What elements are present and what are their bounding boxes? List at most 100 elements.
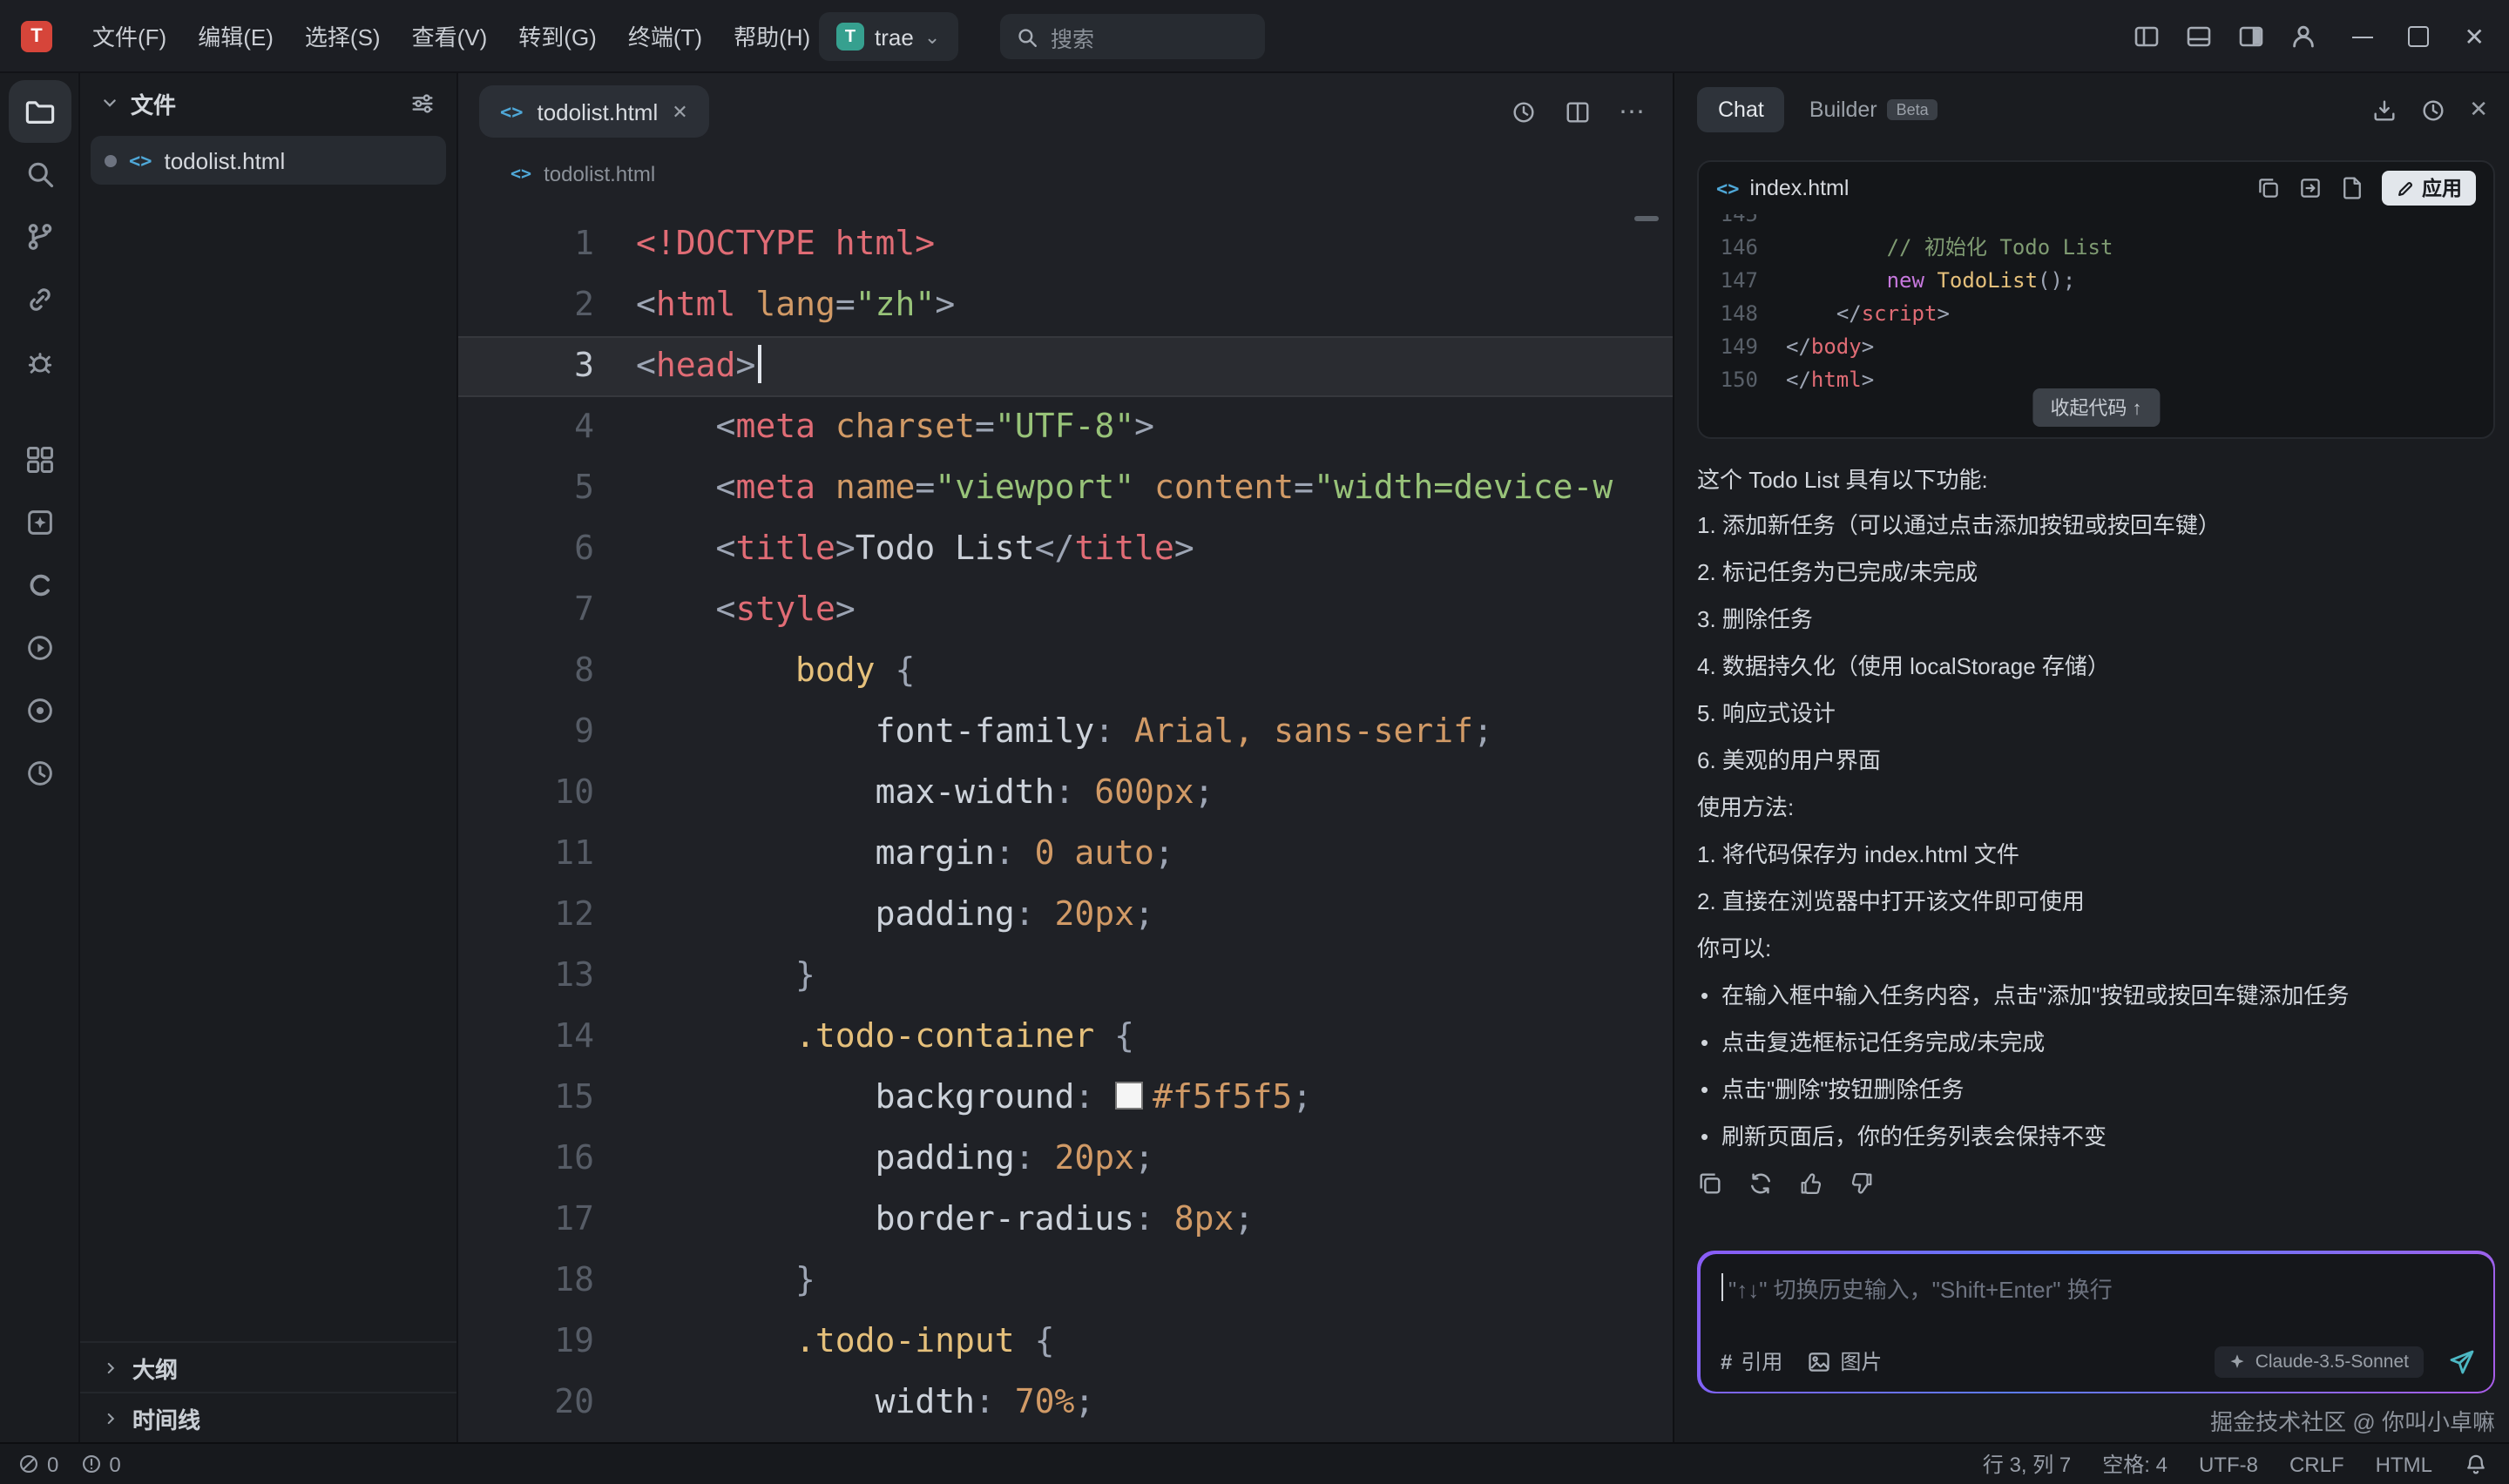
send-icon[interactable] xyxy=(2447,1347,2475,1375)
thumbs-down-icon[interactable] xyxy=(1849,1170,1875,1197)
code-line-2[interactable]: 2<html lang="zh"> xyxy=(458,275,1673,336)
cando-item: 点击复选框标记任务完成/未完成 xyxy=(1697,1019,2492,1066)
code-line-6[interactable]: 6 <title>Todo List</title> xyxy=(458,519,1673,580)
toggle-left-panel-icon[interactable] xyxy=(2134,23,2161,51)
tab-builder[interactable]: Builder Beta xyxy=(1809,98,1938,122)
indentation[interactable]: 空格: 4 xyxy=(2102,1449,2167,1479)
minimap-thumb[interactable] xyxy=(1634,216,1659,221)
tab-chat[interactable]: Chat xyxy=(1697,87,1785,132)
eol-sequence[interactable]: CRLF xyxy=(2289,1452,2344,1476)
code-line-3[interactable]: 3<head> xyxy=(458,336,1673,397)
menu-terminal[interactable]: 终端(T) xyxy=(612,10,718,61)
more-actions-icon[interactable]: ⋯ xyxy=(1619,96,1645,127)
code-line-1[interactable]: 1<!DOCTYPE html> xyxy=(458,214,1673,275)
code-line-145[interactable]: 145 xyxy=(1699,214,2493,232)
remote-link-icon[interactable] xyxy=(8,268,71,331)
account-icon[interactable] xyxy=(2290,23,2318,51)
language-mode[interactable]: HTML xyxy=(2376,1452,2432,1476)
breadcrumb[interactable]: <> todolist.html xyxy=(458,150,1673,199)
errors-stat[interactable]: 0 xyxy=(17,1452,58,1476)
ai-plugin-icon[interactable] xyxy=(8,491,71,554)
model-selector[interactable]: Claude-3.5-Sonnet xyxy=(2215,1346,2423,1377)
run-circle-icon[interactable] xyxy=(8,617,71,679)
menu-file[interactable]: 文件(F) xyxy=(77,10,182,61)
toggle-right-panel-icon[interactable] xyxy=(2238,23,2266,51)
code-line-9[interactable]: 9 font-family: Arial, sans-serif; xyxy=(458,702,1673,763)
workspace-switcher[interactable]: T trae ⌄ xyxy=(819,12,957,61)
chat-input[interactable]: "↑↓" 切换历史输入，"Shift+Enter" 换行 # 引用 图片 Cla… xyxy=(1700,1253,2492,1391)
code-line-146[interactable]: 146 // 初始化 Todo List xyxy=(1699,232,2493,265)
export-chat-icon[interactable] xyxy=(2371,97,2397,123)
maximize-button[interactable] xyxy=(2409,26,2430,47)
timeline-section[interactable]: 时间线 xyxy=(80,1392,456,1442)
code-line-149[interactable]: 149</body> xyxy=(1699,331,2493,364)
code-line-17[interactable]: 17 border-radius: 8px; xyxy=(458,1190,1673,1251)
explorer-icon[interactable] xyxy=(8,80,71,143)
history-icon[interactable] xyxy=(8,742,71,805)
code-line-7[interactable]: 7 <style> xyxy=(458,580,1673,641)
global-search-input[interactable]: 搜索 xyxy=(1000,14,1265,59)
close-tab-icon[interactable]: ✕ xyxy=(672,100,687,123)
code-line-11[interactable]: 11 margin: 0 auto; xyxy=(458,824,1673,885)
c-extension-icon[interactable] xyxy=(8,554,71,617)
chat-history-icon[interactable] xyxy=(2420,97,2446,123)
filter-icon[interactable] xyxy=(409,90,436,116)
problems-summary[interactable]: 0 0 xyxy=(0,1452,121,1476)
image-button[interactable]: 图片 xyxy=(1807,1346,1882,1376)
code-line-8[interactable]: 8 body { xyxy=(458,641,1673,702)
menu-edit[interactable]: 编辑(E) xyxy=(182,10,289,61)
notifications-bell-icon[interactable] xyxy=(2464,1452,2488,1476)
record-circle-icon[interactable] xyxy=(8,679,71,742)
code-line-12[interactable]: 12 padding: 20px; xyxy=(458,885,1673,946)
line-number: 145 xyxy=(1699,214,1758,232)
collapse-code-button[interactable]: 收起代码 ↑ xyxy=(2032,388,2159,427)
code-line-19[interactable]: 19 .todo-input { xyxy=(458,1312,1673,1373)
minimize-button[interactable] xyxy=(2353,36,2374,37)
close-window-button[interactable]: ✕ xyxy=(2465,24,2485,49)
code-line-5[interactable]: 5 <meta name="viewport" content="width=d… xyxy=(458,458,1673,519)
code-line-20[interactable]: 20 width: 70%; xyxy=(458,1373,1673,1433)
cursor-position[interactable]: 行 3, 列 7 xyxy=(1983,1449,2071,1479)
toggle-bottom-panel-icon[interactable] xyxy=(2186,23,2214,51)
code-line-4[interactable]: 4 <meta charset="UTF-8"> xyxy=(458,397,1673,458)
source-control-icon[interactable] xyxy=(8,206,71,268)
warnings-stat[interactable]: 0 xyxy=(79,1452,120,1476)
code-line-13[interactable]: 13 } xyxy=(458,946,1673,1007)
menu-help[interactable]: 帮助(H) xyxy=(718,10,826,61)
html-file-icon: <> xyxy=(129,149,152,172)
timeline-history-icon[interactable] xyxy=(1511,98,1537,125)
apply-code-button[interactable]: 应用 xyxy=(2382,171,2476,206)
extensions-icon[interactable] xyxy=(8,428,71,491)
code-line-148[interactable]: 148 </script> xyxy=(1699,298,2493,331)
menu-selection[interactable]: 选择(S) xyxy=(289,10,396,61)
regenerate-icon[interactable] xyxy=(1748,1170,1774,1197)
sidebar-bottom-sections: 大纲 时间线 xyxy=(80,1341,456,1442)
menu-view[interactable]: 查看(V) xyxy=(396,10,504,61)
create-file-icon[interactable] xyxy=(2340,176,2364,200)
reference-button[interactable]: # 引用 xyxy=(1721,1346,1782,1376)
copy-icon[interactable] xyxy=(2256,176,2281,200)
code-line-10[interactable]: 10 max-width: 600px; xyxy=(458,763,1673,824)
color-swatch[interactable] xyxy=(1114,1082,1142,1110)
code-line-15[interactable]: 15 background: #f5f5f5; xyxy=(458,1068,1673,1129)
code-line-16[interactable]: 16 padding: 20px; xyxy=(458,1129,1673,1190)
thumbs-up-icon[interactable] xyxy=(1798,1170,1824,1197)
encoding[interactable]: UTF-8 xyxy=(2199,1452,2258,1476)
code-line-14[interactable]: 14 .todo-container { xyxy=(458,1007,1673,1068)
code-line-147[interactable]: 147 new TodoList(); xyxy=(1699,265,2493,298)
menu-goto[interactable]: 转到(G) xyxy=(503,10,612,61)
insert-code-icon[interactable] xyxy=(2298,176,2323,200)
file-item-todolist[interactable]: <> todolist.html xyxy=(91,136,446,185)
search-sidebar-icon[interactable] xyxy=(8,143,71,206)
message-intro: 这个 Todo List 具有以下功能: xyxy=(1697,460,2492,502)
split-editor-icon[interactable] xyxy=(1565,98,1591,125)
outline-section[interactable]: 大纲 xyxy=(80,1341,456,1392)
files-panel-header[interactable]: 文件 xyxy=(80,73,456,132)
debug-icon[interactable] xyxy=(8,331,71,394)
code-area[interactable]: 1<!DOCTYPE html>2<html lang="zh">3<head>… xyxy=(458,214,1673,1442)
copy-message-icon[interactable] xyxy=(1697,1170,1723,1197)
line-number: 12 xyxy=(458,885,594,946)
close-panel-icon[interactable]: ✕ xyxy=(2469,96,2488,124)
tab-todolist[interactable]: <> todolist.html ✕ xyxy=(479,85,709,138)
code-line-18[interactable]: 18 } xyxy=(458,1251,1673,1312)
